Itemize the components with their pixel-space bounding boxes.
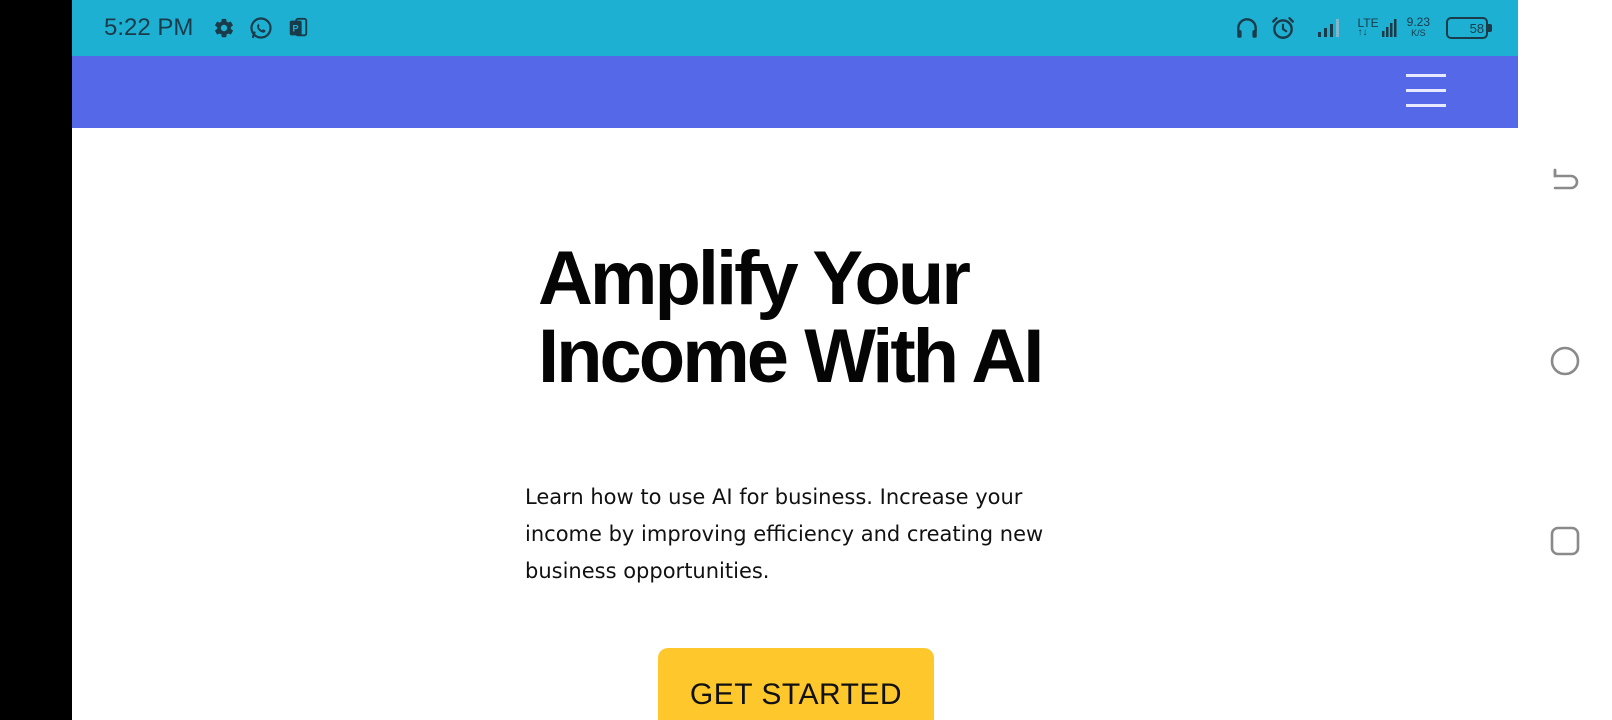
get-started-label: GET STARTED xyxy=(689,678,903,711)
hamburger-icon-line xyxy=(1406,103,1446,107)
battery-level: 58 xyxy=(1469,20,1485,36)
top-navbar xyxy=(72,56,1518,128)
alarm-icon xyxy=(1270,15,1296,41)
gear-icon xyxy=(213,17,235,39)
hamburger-menu-button[interactable] xyxy=(1406,66,1450,114)
recents-icon[interactable] xyxy=(1548,524,1582,558)
status-left: 5:22 PM P xyxy=(104,0,309,56)
hero-subtitle: Learn how to use AI for business. Increa… xyxy=(525,485,1044,583)
lte-indicator: LTE ↑↓ xyxy=(1357,17,1379,38)
home-icon[interactable] xyxy=(1548,344,1582,378)
phone-screen: 5:22 PM P LTE ↑↓ 9.23 K/S 58 Amplify You… xyxy=(72,0,1518,720)
signal-icon xyxy=(1316,17,1340,39)
hamburger-icon-line xyxy=(1406,88,1446,92)
battery-icon: 58 xyxy=(1446,17,1492,39)
system-navigation-bar xyxy=(1518,0,1612,720)
status-bar: 5:22 PM P LTE ↑↓ 9.23 K/S 58 xyxy=(72,0,1518,56)
status-time: 5:22 PM xyxy=(104,14,194,41)
hero-title-line2: Income With AI xyxy=(538,314,1044,399)
headphones-icon xyxy=(1234,15,1260,41)
left-black-bar xyxy=(0,0,72,720)
net-speed-value: 9.23 xyxy=(1406,15,1430,29)
app-icon: P xyxy=(287,17,309,39)
back-icon[interactable] xyxy=(1548,164,1582,198)
net-speed-unit: K/S xyxy=(1411,28,1426,38)
hero-title-line1: Amplify Your xyxy=(538,236,971,321)
status-right: LTE ↑↓ 9.23 K/S 58 xyxy=(1234,0,1492,56)
hamburger-icon-line xyxy=(1406,73,1446,77)
net-speed: 9.23 K/S xyxy=(1406,15,1430,39)
get-started-button[interactable]: GET STARTED xyxy=(658,648,934,720)
hero-title: Amplify Your Income With AI xyxy=(538,240,1098,396)
lte-signal-icon xyxy=(1381,17,1397,39)
whatsapp-icon xyxy=(249,16,273,40)
svg-text:P: P xyxy=(293,24,299,34)
lte-arrows: ↑↓ xyxy=(1357,27,1368,38)
